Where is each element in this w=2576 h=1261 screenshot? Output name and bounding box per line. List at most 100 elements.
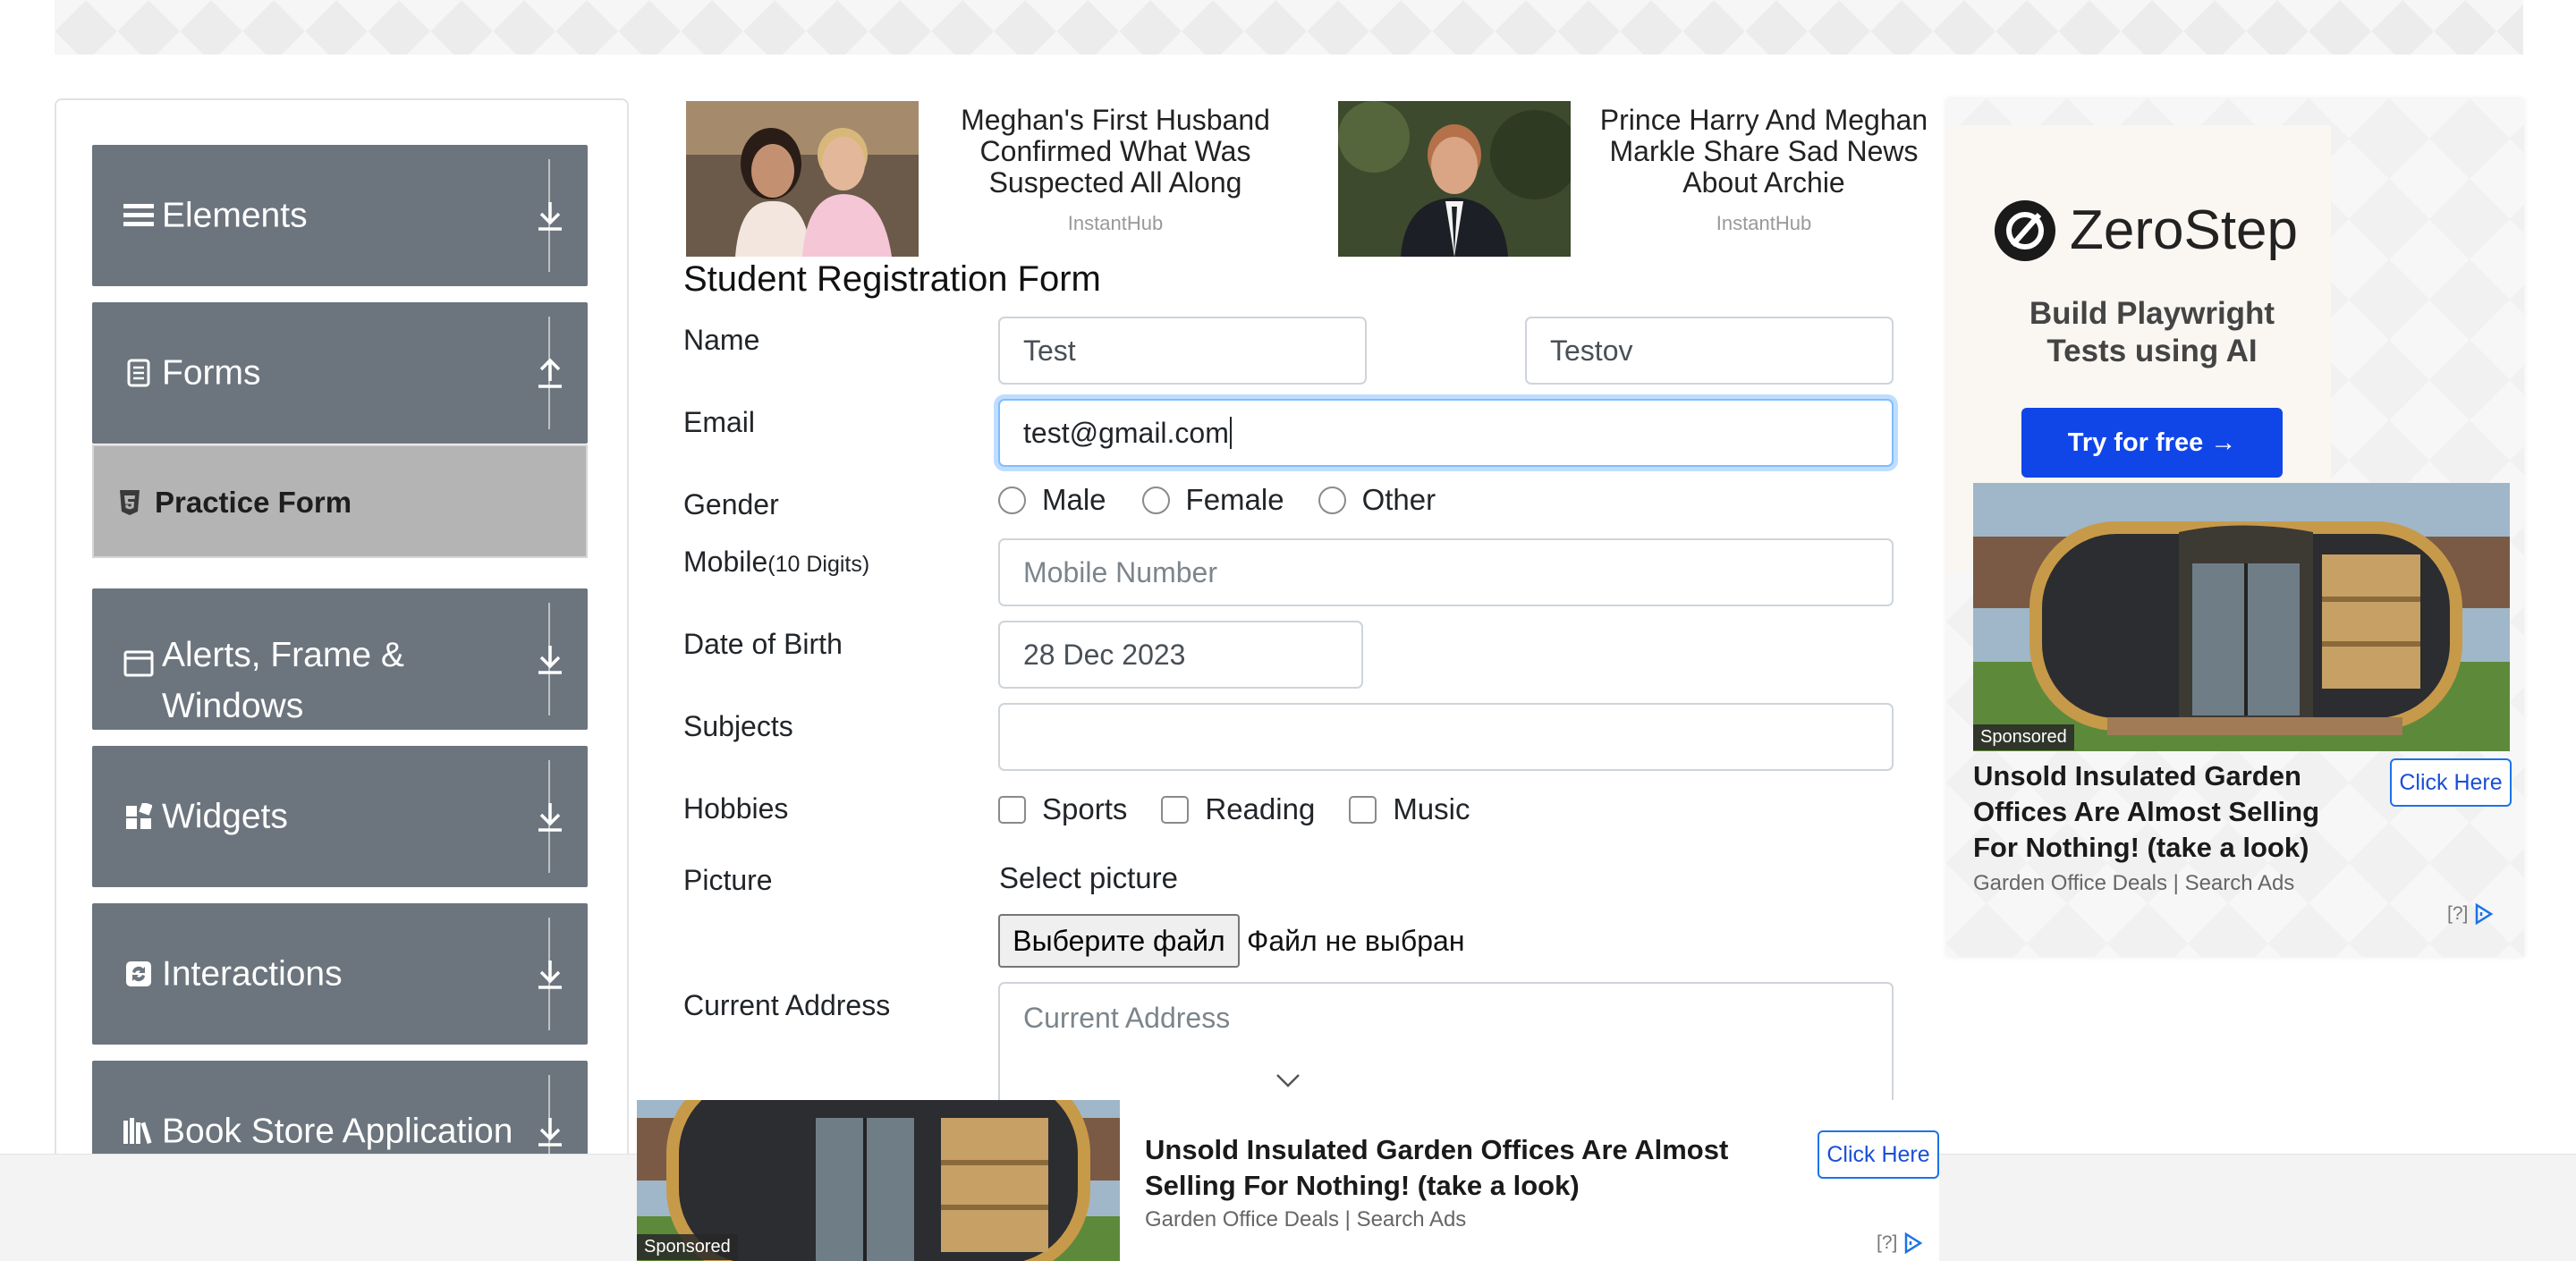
adchoices-icon: [2476, 903, 2494, 925]
email-field[interactable]: test@gmail.com: [998, 399, 1894, 467]
ad-subtext: Garden Office Deals | Search Ads: [1973, 871, 2295, 895]
download-icon[interactable]: [513, 145, 588, 286]
zerostep-tagline: Build Playwright Tests using AI: [2029, 296, 2275, 368]
file-status-text: Файл не выбран: [1247, 925, 1465, 957]
text-caret: [1229, 417, 1232, 449]
ad-headline[interactable]: Unsold Insulated Garden Offices Are Almo…: [1145, 1132, 1789, 1204]
select-picture-text: Select picture: [999, 861, 1178, 894]
radio-label[interactable]: Male: [1042, 483, 1106, 517]
sidebar-group-widgets[interactable]: Widgets: [92, 746, 588, 887]
ad-image: [1338, 101, 1571, 257]
document-icon: [123, 357, 155, 389]
ad-image: [686, 101, 919, 257]
gender-label: Gender: [683, 488, 779, 520]
mobile-label-text: Mobile: [683, 546, 768, 578]
ad-subtext: Garden Office Deals | Search Ads: [1145, 1207, 1467, 1231]
ad-source: InstantHub: [1716, 212, 1812, 234]
radio-circle[interactable]: [1141, 486, 1170, 514]
window-icon: [123, 647, 155, 680]
checkbox-label[interactable]: Sports: [1042, 792, 1127, 826]
checkbox-label[interactable]: Reading: [1205, 792, 1315, 826]
ad-headline[interactable]: Unsold Insulated Garden Offices Are Almo…: [1973, 758, 2367, 866]
sidebar-group-label: Book Store Application: [162, 1112, 513, 1151]
adchoices[interactable]: [?]: [2447, 903, 2495, 925]
books-icon: [123, 1115, 155, 1147]
ad-source: InstantHub: [1067, 212, 1164, 234]
html5-icon: [119, 489, 140, 520]
hobby-music-checkbox[interactable]: Music: [1349, 792, 1470, 826]
subjects-label: Subjects: [683, 710, 793, 742]
current-address-label: Current Address: [683, 989, 891, 1021]
interactions-icon: [123, 958, 155, 990]
radio-label[interactable]: Other: [1362, 483, 1436, 517]
try-for-free-button[interactable]: Try for free →: [2021, 408, 2283, 478]
first-name-input[interactable]: Test: [998, 317, 1367, 385]
right-sidebar-ad[interactable]: ZeroStep Build Playwright Tests using AI…: [1946, 98, 2524, 957]
download-icon[interactable]: [513, 746, 588, 887]
hobby-sports-checkbox[interactable]: Sports: [998, 792, 1127, 826]
chevron-down-icon[interactable]: [1275, 1073, 1301, 1094]
click-here-button[interactable]: Click Here: [1818, 1130, 1939, 1179]
adchoice-label[interactable]: [?]: [1877, 1232, 1897, 1254]
ad-title[interactable]: Prince Harry And Meghan Markle Share Sad…: [1581, 105, 1946, 199]
sidebar-group-interactions[interactable]: Interactions: [92, 903, 588, 1045]
checkbox-label[interactable]: Music: [1393, 792, 1470, 826]
sidebar-group-label: Alerts, Frame & Windows: [162, 636, 404, 725]
gender-radio-group: Male Female Other: [998, 483, 1466, 517]
download-icon[interactable]: [513, 903, 588, 1045]
mobile-number-input[interactable]: Mobile Number: [998, 538, 1894, 606]
zerostep-logo-icon: [1993, 199, 2057, 267]
zerostep-brand: ZeroStep: [2070, 199, 2299, 261]
sponsored-badge: Sponsored: [637, 1234, 738, 1260]
gender-male-radio[interactable]: Male: [998, 483, 1106, 517]
bottom-sticky-ad[interactable]: Sponsored Unsold Insulated Garden Office…: [637, 1100, 1939, 1261]
gender-female-radio[interactable]: Female: [1141, 483, 1284, 517]
hobby-reading-checkbox[interactable]: Reading: [1161, 792, 1315, 826]
sidebar-item-label: Practice Form: [155, 486, 352, 519]
hobbies-label: Hobbies: [683, 792, 789, 825]
adchoice-label[interactable]: [?]: [2447, 903, 2468, 925]
native-ad-2[interactable]: Prince Harry And Meghan Markle Share Sad…: [1338, 101, 1946, 257]
choose-file-button[interactable]: Выберите файл: [998, 914, 1240, 968]
download-icon[interactable]: [513, 588, 588, 730]
menu-icon: [123, 199, 155, 232]
sidebar-group-label: Widgets: [162, 797, 288, 836]
ad-title[interactable]: Meghan's First Husband Confirmed What Wa…: [928, 105, 1303, 199]
email-value: test@gmail.com: [1023, 416, 1229, 449]
sidebar-group-label: Forms: [162, 353, 261, 393]
email-label: Email: [683, 406, 756, 438]
picture-label: Picture: [683, 864, 773, 896]
adchoices[interactable]: [?]: [1877, 1232, 1924, 1254]
checkbox-box[interactable]: [1349, 795, 1377, 824]
sidebar-group-alerts[interactable]: Alerts, Frame & Windows: [92, 588, 588, 730]
checkbox-box[interactable]: [1161, 795, 1190, 824]
last-name-input[interactable]: Testov: [1525, 317, 1894, 385]
gender-other-radio[interactable]: Other: [1318, 483, 1436, 517]
sponsored-badge: Sponsored: [1973, 724, 2074, 750]
sidebar-item-practice-form[interactable]: Practice Form: [92, 444, 588, 558]
adchoices-icon: [1905, 1232, 1923, 1254]
sidebar-group-elements[interactable]: Elements: [92, 145, 588, 286]
sidebar: Elements Forms Practice Form Alerts, Fra…: [55, 98, 629, 1261]
garden-office-image[interactable]: [1973, 483, 2510, 751]
sidebar-group-label: Elements: [162, 196, 308, 235]
hobbies-checkbox-group: Sports Reading Music: [998, 792, 1501, 826]
subjects-input[interactable]: [998, 703, 1894, 771]
radio-label[interactable]: Female: [1186, 483, 1284, 517]
native-ad-1[interactable]: Meghan's First Husband Confirmed What Wa…: [686, 101, 1303, 257]
name-label: Name: [683, 324, 760, 356]
checkbox-box[interactable]: [998, 795, 1026, 824]
dob-label: Date of Birth: [683, 628, 843, 660]
upload-icon[interactable]: [513, 302, 588, 444]
widgets-icon: [123, 800, 155, 833]
radio-circle[interactable]: [1318, 486, 1346, 514]
sidebar-group-forms[interactable]: Forms: [92, 302, 588, 444]
mobile-hint: (10 Digits): [767, 552, 870, 577]
sidebar-group-label: Interactions: [162, 954, 343, 994]
click-here-button[interactable]: Click Here: [2390, 758, 2512, 807]
radio-circle[interactable]: [998, 486, 1026, 514]
page-title: Student Registration Form: [683, 259, 1101, 299]
top-banner-ad: [55, 0, 2523, 55]
mobile-label: Mobile(10 Digits): [683, 546, 869, 579]
date-of-birth-input[interactable]: 28 Dec 2023: [998, 621, 1363, 689]
